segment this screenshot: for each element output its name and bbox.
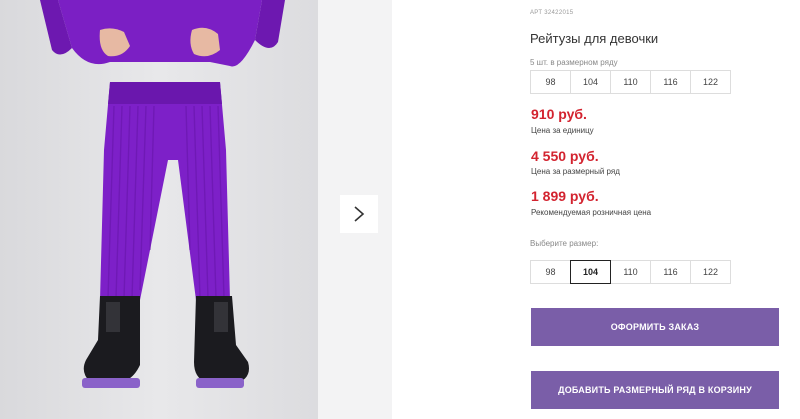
product-photo-illustration (0, 0, 318, 419)
unit-price-note: Цена за единицу (531, 126, 594, 135)
size-option[interactable]: 98 (530, 260, 571, 284)
product-photo (0, 0, 318, 419)
size-series-list: 98 104 110 116 122 (530, 70, 731, 94)
series-price: 4 550 руб. (531, 148, 599, 164)
size-option[interactable]: 110 (610, 260, 651, 284)
series-price-note: Цена за размерный ряд (531, 167, 620, 176)
retail-price: 1 899 руб. (531, 188, 599, 204)
chevron-right-icon (354, 206, 365, 222)
size-series-caption: 5 шт. в размерном ряду (530, 58, 618, 67)
size-series-item: 104 (570, 70, 611, 94)
size-option-selected[interactable]: 104 (570, 260, 611, 284)
add-size-series-to-cart-button[interactable]: ДОБАВИТЬ РАЗМЕРНЫЙ РЯД В КОРЗИНУ (531, 371, 779, 409)
gallery-next-button[interactable] (340, 195, 378, 233)
size-option[interactable]: 122 (690, 260, 731, 284)
retail-price-note: Рекомендуемая розничная цена (531, 208, 652, 217)
size-series-item: 98 (530, 70, 571, 94)
size-series-item: 116 (650, 70, 691, 94)
size-select-list: 98 104 110 116 122 (530, 260, 731, 284)
product-title: Рейтузы для девочки (530, 31, 659, 46)
size-series-item: 122 (690, 70, 731, 94)
size-series-item: 110 (610, 70, 651, 94)
size-select-caption: Выберите размер: (530, 239, 599, 248)
article-number: АРТ 32422015 (530, 10, 574, 16)
unit-price: 910 руб. (531, 106, 587, 122)
size-option[interactable]: 116 (650, 260, 691, 284)
place-order-button[interactable]: ОФОРМИТЬ ЗАКАЗ (531, 308, 779, 346)
